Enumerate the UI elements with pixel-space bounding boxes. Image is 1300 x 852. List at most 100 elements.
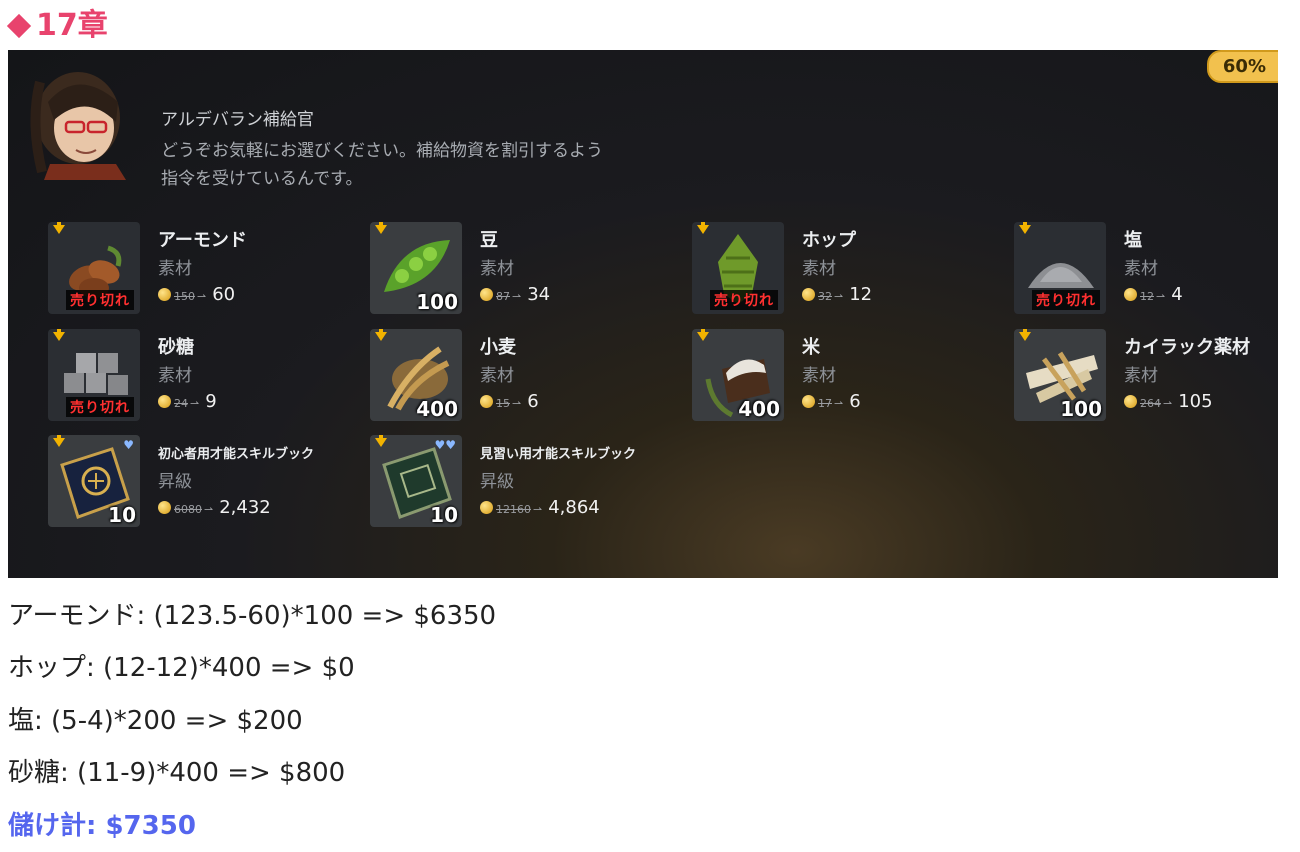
item-quantity: 100 bbox=[416, 290, 458, 314]
old-price: 15 bbox=[496, 397, 510, 410]
item-category: 昇級 bbox=[480, 472, 514, 492]
coin-icon bbox=[802, 288, 815, 301]
item-price: 32 ⇀ 12 bbox=[802, 284, 872, 305]
coin-icon bbox=[480, 288, 493, 301]
shop-item-sugar[interactable]: 売り切れ 砂糖 素材 24 ⇀ 9 bbox=[48, 329, 358, 429]
item-category: 素材 bbox=[480, 366, 514, 386]
item-category: 素材 bbox=[158, 259, 192, 279]
skillbook-blue-icon: ♥ 10 bbox=[48, 435, 140, 527]
item-quantity: 10 bbox=[430, 503, 458, 527]
item-name: カイラック薬材 bbox=[1124, 337, 1250, 358]
calc-line-almond: アーモンド: (123.5-60)*100 => $6350 bbox=[8, 601, 497, 631]
shop-item-rice[interactable]: 400 米 素材 17 ⇀ 6 bbox=[692, 329, 1002, 429]
discount-badge: 60% bbox=[1206, 50, 1278, 83]
soldout-label: 売り切れ bbox=[66, 397, 134, 417]
new-price: 60 bbox=[212, 284, 236, 305]
shop-item-beginner-skillbook[interactable]: ♥ 10 初心者用才能スキルブック 昇級 6080 ⇀ 2,432 bbox=[48, 435, 358, 535]
new-price: 4 bbox=[1171, 284, 1183, 305]
coin-icon bbox=[158, 395, 171, 408]
shop-item-bean[interactable]: 100 豆 素材 87 ⇀ 34 bbox=[370, 222, 680, 322]
npc-name: アルデバラン補給官 bbox=[161, 110, 314, 130]
item-price: 17 ⇀ 6 bbox=[802, 391, 861, 412]
shop-item-almond[interactable]: 売り切れ アーモンド 素材 150 ⇀ 60 bbox=[48, 222, 358, 322]
new-price: 34 bbox=[527, 284, 551, 305]
item-name: 見習い用才能スキルブック bbox=[480, 447, 637, 462]
salt-icon: 売り切れ bbox=[1014, 222, 1106, 314]
shop-item-wheat[interactable]: 400 小麦 素材 15 ⇀ 6 bbox=[370, 329, 680, 429]
discount-arrow-icon bbox=[697, 329, 709, 341]
old-price: 12 bbox=[1140, 290, 1154, 303]
old-price: 264 bbox=[1140, 397, 1161, 410]
profit-total: 儲け計: $7350 bbox=[8, 811, 196, 841]
calc-line-sugar: 砂糖: (11-9)*400 => $800 bbox=[8, 758, 346, 788]
skillbook-green-icon: ♥♥ 10 bbox=[370, 435, 462, 527]
calc-line-salt: 塩: (5-4)*200 => $200 bbox=[8, 706, 303, 736]
old-price: 87 bbox=[496, 290, 510, 303]
item-name: 塩 bbox=[1124, 230, 1142, 251]
new-price: 6 bbox=[527, 391, 539, 412]
discount-arrow-icon bbox=[53, 435, 65, 447]
coin-icon bbox=[480, 395, 493, 408]
item-price: 24 ⇀ 9 bbox=[158, 391, 217, 412]
item-category: 昇級 bbox=[158, 472, 192, 492]
coin-icon bbox=[158, 501, 171, 514]
discount-arrow-icon bbox=[1019, 222, 1031, 234]
new-price: 6 bbox=[849, 391, 861, 412]
item-price: 264 ⇀ 105 bbox=[1124, 391, 1213, 412]
item-quantity: 400 bbox=[738, 397, 780, 421]
item-category: 素材 bbox=[158, 366, 192, 386]
old-price: 6080 bbox=[174, 503, 202, 516]
item-quantity: 400 bbox=[416, 397, 458, 421]
wheat-icon: 400 bbox=[370, 329, 462, 421]
item-price: 87 ⇀ 34 bbox=[480, 284, 550, 305]
npc-portrait bbox=[30, 72, 126, 180]
almond-icon: 売り切れ bbox=[48, 222, 140, 314]
discount-arrow-icon bbox=[375, 329, 387, 341]
discount-arrow-icon bbox=[53, 329, 65, 341]
herb-icon: 100 bbox=[1014, 329, 1106, 421]
sugar-icon: 売り切れ bbox=[48, 329, 140, 421]
bean-icon: 100 bbox=[370, 222, 462, 314]
hop-icon: 売り切れ bbox=[692, 222, 784, 314]
item-price: 6080 ⇀ 2,432 bbox=[158, 497, 271, 518]
item-name: 砂糖 bbox=[158, 337, 194, 358]
coin-icon bbox=[1124, 395, 1137, 408]
calc-line-hop: ホップ: (12-12)*400 => $0 bbox=[8, 653, 355, 683]
gem-icon: ♥ bbox=[123, 438, 134, 452]
item-category: 素材 bbox=[1124, 259, 1158, 279]
chapter-heading: 17章 bbox=[6, 6, 108, 46]
item-price: 15 ⇀ 6 bbox=[480, 391, 539, 412]
soldout-label: 売り切れ bbox=[710, 290, 778, 310]
shop-item-apprentice-skillbook[interactable]: ♥♥ 10 見習い用才能スキルブック 昇級 12160 ⇀ 4,864 bbox=[370, 435, 680, 535]
new-price: 4,864 bbox=[548, 497, 600, 518]
discount-arrow-icon bbox=[53, 222, 65, 234]
shop-item-salt[interactable]: 売り切れ 塩 素材 12 ⇀ 4 bbox=[1014, 222, 1278, 322]
shop-item-hop[interactable]: 売り切れ ホップ 素材 32 ⇀ 12 bbox=[692, 222, 1002, 322]
discount-arrow-icon bbox=[375, 222, 387, 234]
item-name: ホップ bbox=[802, 230, 856, 251]
game-shop-screenshot: 60% アルデバラン補給官 どうぞお気軽にお選びください。補給物資を割引するよう… bbox=[8, 50, 1278, 578]
shop-item-kairak-herb[interactable]: 100 カイラック薬材 素材 264 ⇀ 105 bbox=[1014, 329, 1278, 429]
item-name: アーモンド bbox=[158, 230, 247, 251]
discount-arrow-icon bbox=[1019, 329, 1031, 341]
item-quantity: 10 bbox=[108, 503, 136, 527]
gem-icon: ♥♥ bbox=[434, 438, 456, 452]
rice-icon: 400 bbox=[692, 329, 784, 421]
item-price: 12 ⇀ 4 bbox=[1124, 284, 1183, 305]
soldout-label: 売り切れ bbox=[66, 290, 134, 310]
item-category: 素材 bbox=[802, 366, 836, 386]
item-name: 豆 bbox=[480, 230, 498, 251]
new-price: 105 bbox=[1178, 391, 1213, 412]
new-price: 12 bbox=[849, 284, 873, 305]
old-price: 17 bbox=[818, 397, 832, 410]
item-category: 素材 bbox=[480, 259, 514, 279]
new-price: 2,432 bbox=[219, 497, 271, 518]
discount-arrow-icon bbox=[375, 435, 387, 447]
item-name: 初心者用才能スキルブック bbox=[158, 447, 315, 462]
npc-dialogue-line2: 指令を受けているんです。 bbox=[161, 169, 363, 189]
coin-icon bbox=[480, 501, 493, 514]
item-name: 米 bbox=[802, 337, 820, 358]
diamond-icon bbox=[6, 13, 32, 39]
old-price: 24 bbox=[174, 397, 188, 410]
new-price: 9 bbox=[205, 391, 217, 412]
